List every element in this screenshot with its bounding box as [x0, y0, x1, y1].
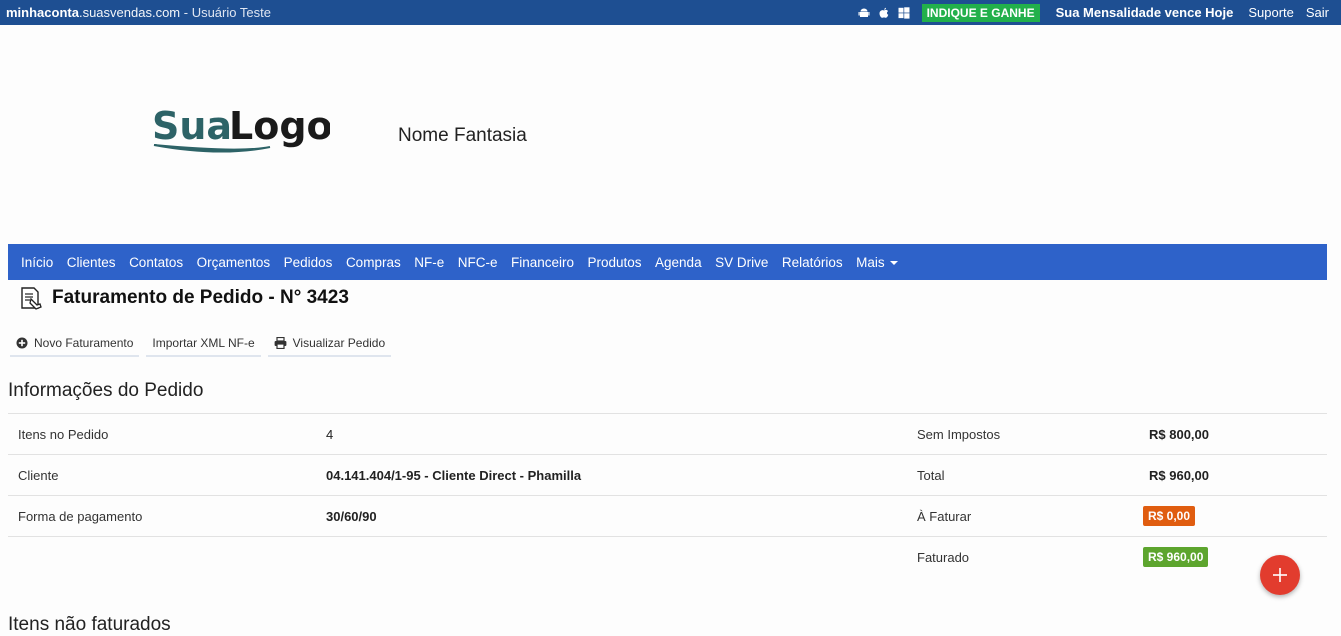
faturado-badge: R$ 960,00 — [1143, 547, 1209, 568]
a-faturar-cell: R$ 0,00 — [1138, 495, 1327, 537]
nav-item-orcamentos[interactable]: Orçamentos — [197, 255, 271, 270]
order-info-table: Itens no Pedido 4 Sem Impostos R$ 800,00… — [8, 413, 1327, 578]
cliente-value: 04.141.404/1-95 - Cliente Direct - Phami… — [326, 454, 907, 496]
total-label: Total — [907, 454, 1138, 496]
account-label: minhaconta.suasvendas.com - Usuário Test… — [6, 5, 271, 20]
caret-down-icon — [889, 260, 898, 265]
top-bar-right: INDIQUE E GANHE Sua Mensalidade vence Ho… — [858, 0, 1329, 25]
android-icon[interactable] — [858, 7, 870, 19]
nav-item-inicio[interactable]: Início — [21, 255, 53, 270]
nav-item-mais[interactable]: Mais — [856, 255, 898, 270]
nav-item-relatorios[interactable]: Relatórios — [782, 255, 843, 270]
plus-circle-icon — [16, 337, 28, 349]
a-faturar-label: À Faturar — [907, 495, 1138, 537]
page-title: Faturamento de Pedido - N° 3423 — [52, 287, 349, 308]
table-row: Cliente 04.141.404/1-95 - Cliente Direct… — [8, 454, 1327, 496]
cliente-label: Cliente — [8, 454, 326, 496]
logo-text-logo: Logo — [229, 105, 330, 148]
invoice-icon — [18, 285, 44, 311]
visualizar-pedido-label: Visualizar Pedido — [292, 336, 386, 350]
site-name: minhaconta — [6, 5, 79, 20]
nav-item-nfce[interactable]: NFC-e — [458, 255, 498, 270]
top-bar: minhaconta.suasvendas.com - Usuário Test… — [0, 0, 1341, 25]
plus-icon — [1273, 568, 1287, 582]
company-logo[interactable]: Sua Logo — [150, 105, 330, 155]
windows-icon[interactable] — [898, 6, 910, 19]
header: Sua Logo Nome Fantasia — [0, 25, 1341, 244]
novo-faturamento-button[interactable]: Novo Faturamento — [10, 332, 140, 357]
main-nav: Início Clientes Contatos Orçamentos Pedi… — [8, 244, 1327, 280]
apple-icon[interactable] — [878, 7, 890, 19]
nav-item-sv-drive[interactable]: SV Drive — [715, 255, 768, 270]
empty-cell — [8, 536, 326, 578]
page-header: Faturamento de Pedido - N° 3423 — [18, 285, 349, 311]
sair-link[interactable]: Sair — [1306, 5, 1329, 20]
section-heading-informacoes: Informações do Pedido — [8, 380, 204, 401]
empty-cell — [326, 536, 907, 578]
sem-impostos-label: Sem Impostos — [907, 413, 1138, 455]
nav-item-nfe[interactable]: NF-e — [414, 255, 444, 270]
table-row: Forma de pagamento 30/60/90 À Faturar R$… — [8, 495, 1327, 537]
nav-item-clientes[interactable]: Clientes — [67, 255, 116, 270]
pagamento-value: 30/60/90 — [326, 495, 907, 537]
nav-mais-label: Mais — [856, 254, 885, 270]
itens-value: 4 — [326, 413, 907, 455]
nav-item-contatos[interactable]: Contatos — [129, 255, 183, 270]
nav-item-financeiro[interactable]: Financeiro — [511, 255, 574, 270]
itens-label: Itens no Pedido — [8, 413, 326, 455]
indique-e-ganhe-button[interactable]: INDIQUE E GANHE — [921, 3, 1040, 22]
user-name: - Usuário Teste — [180, 5, 271, 20]
action-bar: Novo Faturamento Importar XML NF-e Visua… — [10, 332, 392, 357]
suporte-link[interactable]: Suporte — [1248, 5, 1294, 20]
visualizar-pedido-button[interactable]: Visualizar Pedido — [267, 332, 392, 357]
nav-item-compras[interactable]: Compras — [346, 255, 401, 270]
novo-faturamento-label: Novo Faturamento — [34, 336, 134, 350]
sem-impostos-value: R$ 800,00 — [1138, 413, 1327, 455]
add-fab-button[interactable] — [1260, 555, 1300, 595]
a-faturar-badge: R$ 0,00 — [1143, 506, 1196, 526]
nome-fantasia: Nome Fantasia — [398, 125, 527, 146]
table-row: Faturado R$ 960,00 — [8, 536, 1327, 578]
site-domain: .suasvendas.com — [78, 5, 181, 20]
importar-xml-button[interactable]: Importar XML NF-e — [146, 332, 261, 357]
section-heading-itens-nao-faturados: Itens não faturados — [8, 614, 171, 635]
logo-text-sua: Sua — [152, 105, 232, 148]
faturado-label: Faturado — [907, 536, 1138, 578]
mensalidade-link[interactable]: Sua Mensalidade vence Hoje — [1056, 5, 1234, 20]
pagamento-label: Forma de pagamento — [8, 495, 326, 537]
print-icon — [274, 337, 287, 349]
table-row: Itens no Pedido 4 Sem Impostos R$ 800,00 — [8, 413, 1327, 455]
nav-item-agenda[interactable]: Agenda — [655, 255, 702, 270]
nav-item-pedidos[interactable]: Pedidos — [284, 255, 333, 270]
nav-item-produtos[interactable]: Produtos — [587, 255, 641, 270]
importar-xml-label: Importar XML NF-e — [152, 336, 255, 350]
total-value: R$ 960,00 — [1138, 454, 1327, 496]
